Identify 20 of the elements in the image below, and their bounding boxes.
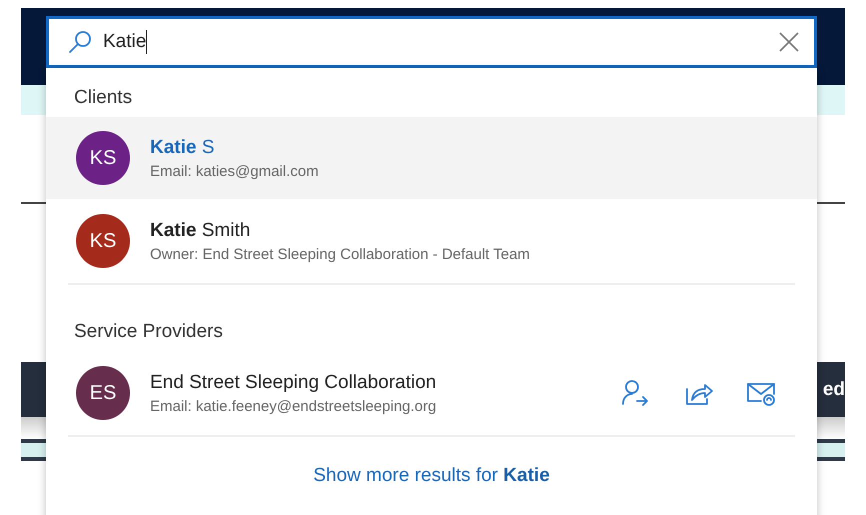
button-label: ed [822, 378, 845, 400]
group-heading: Service Providers [73, 320, 224, 344]
avatar: ES [76, 366, 130, 420]
result-row[interactable]: KS Katie S Email: katies@gmail.com [46, 117, 817, 199]
search-icon [67, 29, 93, 55]
result-name: Katie Smith [150, 220, 252, 242]
result-row[interactable]: KS Katie Smith Owner: End Street Sleeping Collaboration - Default Team [68, 199, 795, 283]
search-field[interactable]: Katie [46, 16, 817, 68]
result-detail: Email: katies@gmail.com [150, 162, 320, 180]
search-text: Katie [103, 31, 146, 53]
result-name: End Street Sleeping Collaboration [150, 372, 438, 394]
avatar: KS [76, 131, 130, 185]
show-more-link[interactable]: Show more results for Katie [313, 465, 550, 486]
close-icon[interactable] [778, 31, 800, 53]
avatar: KS [76, 214, 130, 268]
result-name: Katie S [150, 136, 216, 158]
result-row[interactable]: ES End Street Sleeping Collaboration Email: katie.feeney@endstreetsleeping.org [68, 351, 795, 435]
result-detail: Owner: End Street Sleeping Collaboration - Default Team [150, 246, 531, 262]
group-heading: Clients [73, 86, 134, 110]
result-detail: Email: katie.feeney@endstreetsleeping.org [150, 398, 438, 414]
